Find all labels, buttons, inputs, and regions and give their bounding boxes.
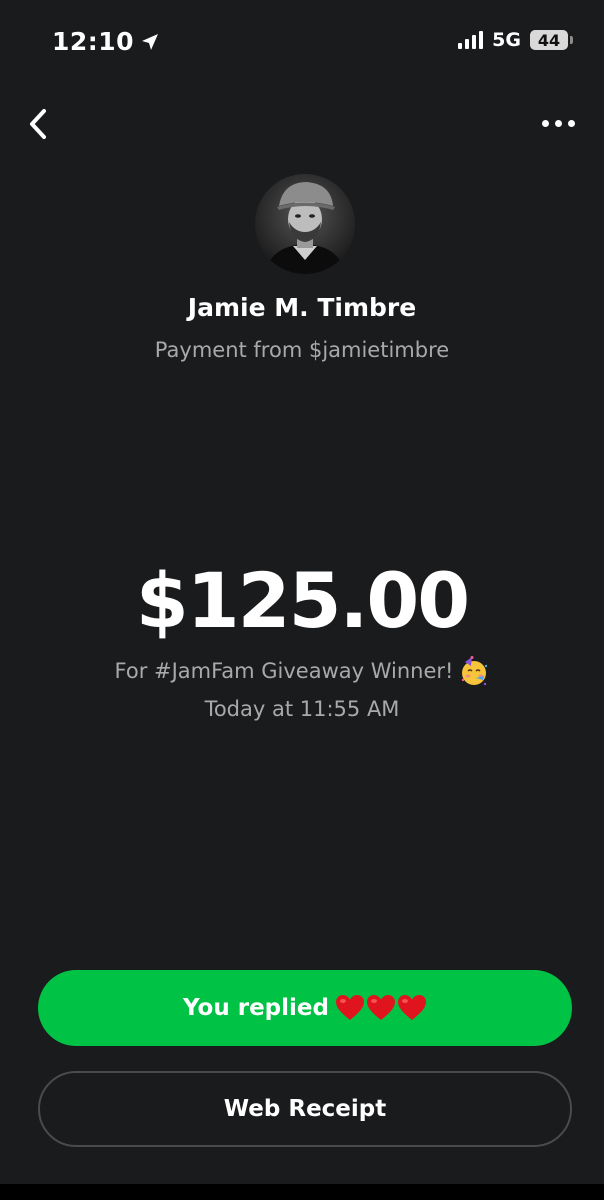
bottom-bar [0,1184,604,1200]
ellipsis-icon-dot [541,119,549,127]
payment-timestamp: Today at 11:55 AM [204,697,400,721]
heart-icon [335,995,364,1020]
battery-level: 44 [537,30,561,50]
reply-hearts [335,994,427,1022]
avatar[interactable] [255,174,355,274]
payment-note: For #JamFam Giveaway Winner! [0,656,604,686]
profile-photo-icon [255,174,355,274]
back-button[interactable] [20,104,56,144]
payment-detail-screen: 12:10 5G 44 Jamie M. Timbre Payment from… [0,0,604,1200]
payment-subtitle: Payment from $jamietimbre [154,338,450,362]
heart-icon [366,995,395,1020]
clock-text: 12:10 [52,27,135,56]
cellular-signal-icon [458,31,484,49]
web-receipt-label: Web Receipt [223,1096,387,1122]
sender-name: Jamie M. Timbre [187,293,417,322]
heart-icon [397,995,426,1020]
web-receipt-button[interactable]: Web Receipt [38,1071,572,1147]
chevron-left-icon [30,109,46,139]
payment-amount: $125.00 [135,556,470,645]
ellipsis-icon-dot [567,119,575,127]
battery-icon: 44 [530,30,573,50]
location-arrow-icon [142,33,159,50]
more-options-button[interactable] [536,108,580,138]
partying-face-icon [462,656,488,686]
status-bar-indicators: 5G 44 [458,29,573,51]
reply-button-label: You replied [183,995,329,1021]
payment-note-text: For #JamFam Giveaway Winner! [114,659,454,683]
network-type: 5G [492,29,521,51]
reply-button[interactable]: You replied [38,970,572,1046]
status-bar-time: 12:10 [52,27,160,56]
ellipsis-icon-dot [554,119,562,127]
